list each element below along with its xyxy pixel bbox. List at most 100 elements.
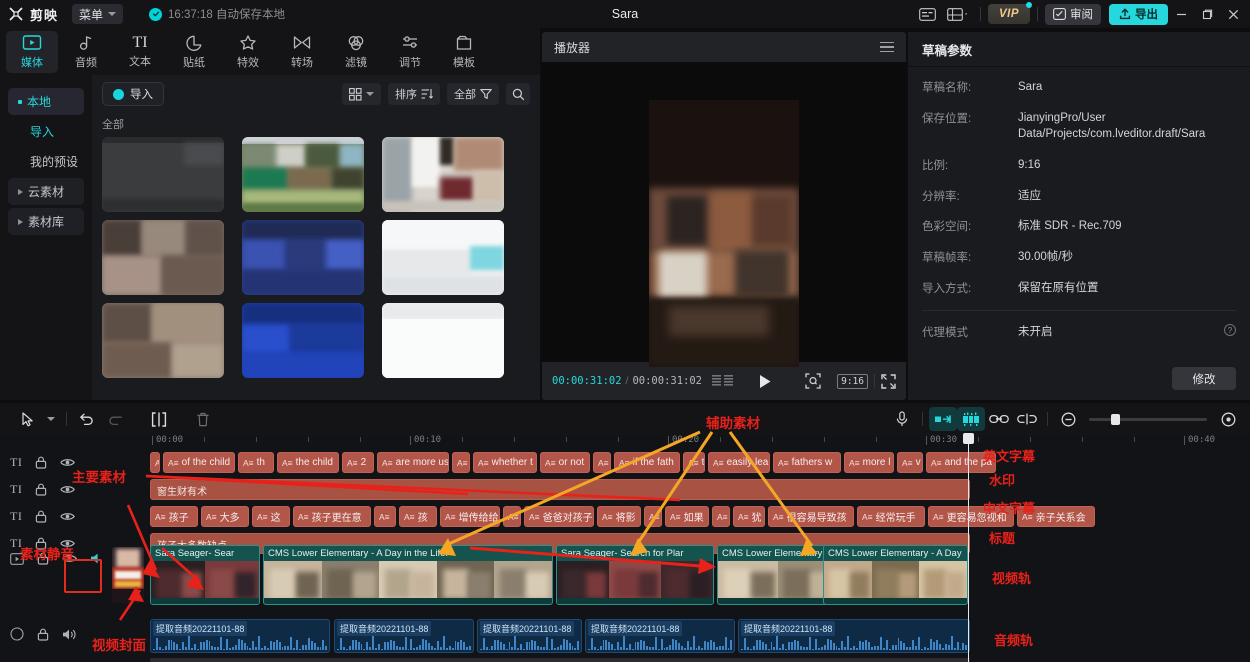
zoom-out-icon[interactable] — [1054, 407, 1082, 431]
search-button[interactable] — [506, 83, 530, 105]
watermark-clip[interactable]: 窗生财有术 — [150, 479, 970, 500]
video-clip[interactable]: Sara Seager- Sear — [150, 545, 260, 605]
lock-icon[interactable] — [37, 552, 49, 565]
play-button[interactable] — [758, 374, 772, 389]
subtitle-clip[interactable]: A≡ — [503, 506, 521, 527]
tab-transition[interactable]: 转场 — [276, 31, 328, 73]
view-mode-button[interactable] — [342, 83, 381, 105]
eye-icon[interactable] — [60, 511, 75, 522]
sidebar-item-asset-library[interactable]: 素材库 — [8, 208, 84, 235]
subtitle-clip[interactable]: A≡the child — [277, 452, 339, 473]
subtitle-clip[interactable]: A≡ — [644, 506, 662, 527]
vip-button[interactable]: VIP — [988, 4, 1030, 24]
subtitle-clip[interactable]: A≡or not — [540, 452, 590, 473]
export-button[interactable]: 导出 — [1109, 4, 1168, 25]
tab-adjust[interactable]: 调节 — [384, 31, 436, 73]
subtitle-clip[interactable]: A≡and the pa — [926, 452, 996, 473]
media-thumbnail[interactable] — [242, 220, 364, 295]
subtitle-clip[interactable]: A≡ — [593, 452, 611, 473]
video-clip[interactable]: Sara Seager- Search for Plar — [556, 545, 714, 605]
video-cover-thumbnail[interactable] — [112, 547, 144, 603]
question-icon[interactable]: ? — [1224, 324, 1236, 336]
trash-icon[interactable] — [189, 407, 217, 431]
cursor-icon[interactable] — [14, 407, 42, 431]
media-thumbnail[interactable] — [382, 303, 504, 378]
speaker-icon[interactable] — [62, 628, 77, 641]
eye-icon[interactable] — [60, 457, 75, 468]
audio-clip[interactable]: 提取音频20221101-88 — [334, 619, 474, 653]
sidebar-item-my-presets[interactable]: 我的预设 — [8, 148, 84, 175]
subtitle-clip[interactable]: A≡fathers w — [773, 452, 841, 473]
subtitle-clip[interactable]: A≡犹 — [733, 506, 765, 527]
subtitle-clip[interactable]: A≡亲子关系会 — [1017, 506, 1095, 527]
subtitle-clip[interactable]: A≡v — [897, 452, 923, 473]
sort-button[interactable]: 排序 — [388, 83, 440, 105]
lock-icon[interactable] — [35, 510, 47, 523]
subtitle-clip[interactable]: A≡easily lea — [708, 452, 770, 473]
fit-screen-icon[interactable] — [805, 373, 821, 389]
close-button[interactable] — [1220, 0, 1246, 28]
tab-audio[interactable]: 音频 — [60, 31, 112, 73]
playhead-handle[interactable] — [963, 433, 974, 444]
zoom-slider[interactable] — [1089, 418, 1207, 421]
subtitle-clip[interactable]: A≡很容易导致孩 — [768, 506, 854, 527]
link-icon[interactable] — [985, 407, 1013, 431]
playhead[interactable] — [968, 435, 969, 662]
minimize-button[interactable] — [1168, 0, 1194, 28]
subtitle-clip[interactable]: A≡th — [683, 452, 705, 473]
hamburger-icon[interactable] — [880, 42, 894, 53]
subtitle-clip[interactable]: A≡whether t — [473, 452, 537, 473]
import-button[interactable]: 导入 — [102, 82, 164, 106]
microphone-icon[interactable] — [888, 407, 916, 431]
menu-button[interactable]: 菜单 — [72, 4, 123, 24]
media-thumbnail[interactable] — [102, 137, 224, 212]
audio-clip[interactable]: 提取音频20221101-88 — [150, 619, 330, 653]
timeline-scrollbar[interactable] — [150, 658, 970, 662]
subtitle-clip[interactable]: A≡ — [374, 506, 396, 527]
zoom-in-icon[interactable] — [1214, 407, 1242, 431]
subtitle-clip[interactable]: A≡ — [452, 452, 470, 473]
subtitle-clip[interactable]: A≡增传给给 — [440, 506, 500, 527]
lock-icon[interactable] — [37, 628, 49, 641]
speed-ramp-icon[interactable] — [929, 407, 957, 431]
caption-icon[interactable] — [913, 0, 943, 28]
sidebar-item-cloud-assets[interactable]: 云素材 — [8, 178, 84, 205]
subtitle-clip[interactable]: A≡more l — [844, 452, 894, 473]
media-thumbnail[interactable] — [102, 303, 224, 378]
eye-icon[interactable] — [60, 484, 75, 495]
filter-button[interactable]: 全部 — [447, 83, 499, 105]
subtitle-clip[interactable]: A≡经常玩手 — [857, 506, 925, 527]
subtitle-clip[interactable]: A≡if the fath — [614, 452, 680, 473]
audio-clip[interactable]: 提取音频20221101-88 — [477, 619, 582, 653]
media-thumbnail[interactable] — [242, 137, 364, 212]
lock-icon[interactable] — [35, 456, 47, 469]
subtitle-clip[interactable]: A≡这 — [252, 506, 290, 527]
subtitle-clip[interactable]: A≡孩子 — [150, 506, 198, 527]
subtitle-clip[interactable]: A≡2 — [342, 452, 374, 473]
lock-icon[interactable] — [35, 483, 47, 496]
tab-sticker[interactable]: 贴纸 — [168, 31, 220, 73]
audio-mixer-icon[interactable] — [957, 407, 985, 431]
maximize-button[interactable] — [1194, 0, 1220, 28]
subtitle-clip[interactable]: A≡. — [150, 452, 160, 473]
unlink-icon[interactable] — [1013, 407, 1041, 431]
zoom-slider-handle[interactable] — [1111, 414, 1120, 425]
subtitle-clip[interactable]: A≡are more us — [377, 452, 449, 473]
undo-icon[interactable] — [73, 407, 101, 431]
review-button[interactable]: 审阅 — [1045, 4, 1101, 25]
media-thumbnail[interactable] — [242, 303, 364, 378]
subtitle-clip[interactable]: A≡孩 — [399, 506, 437, 527]
timeline-ruler[interactable]: 00:00 00:10 00:20 00:30 00:40 — [0, 435, 1250, 449]
tab-filter[interactable]: 滤镜 — [330, 31, 382, 73]
subtitle-clip[interactable]: A≡更容易忽视和 — [928, 506, 1014, 527]
video-clip[interactable]: CMS Lower Elementary - A Day — [823, 545, 968, 605]
sidebar-item-import[interactable]: 导入 — [8, 118, 84, 145]
split-icon[interactable] — [145, 407, 173, 431]
frames-icon[interactable] — [712, 375, 734, 387]
subtitle-clip[interactable]: A≡将影 — [597, 506, 641, 527]
subtitle-clip[interactable]: A≡爸爸对孩子 — [524, 506, 594, 527]
redo-icon[interactable] — [101, 407, 129, 431]
modify-button[interactable]: 修改 — [1172, 367, 1236, 390]
audio-clip[interactable]: 提取音频20221101-88 — [585, 619, 735, 653]
layout-icon[interactable] — [943, 0, 973, 28]
